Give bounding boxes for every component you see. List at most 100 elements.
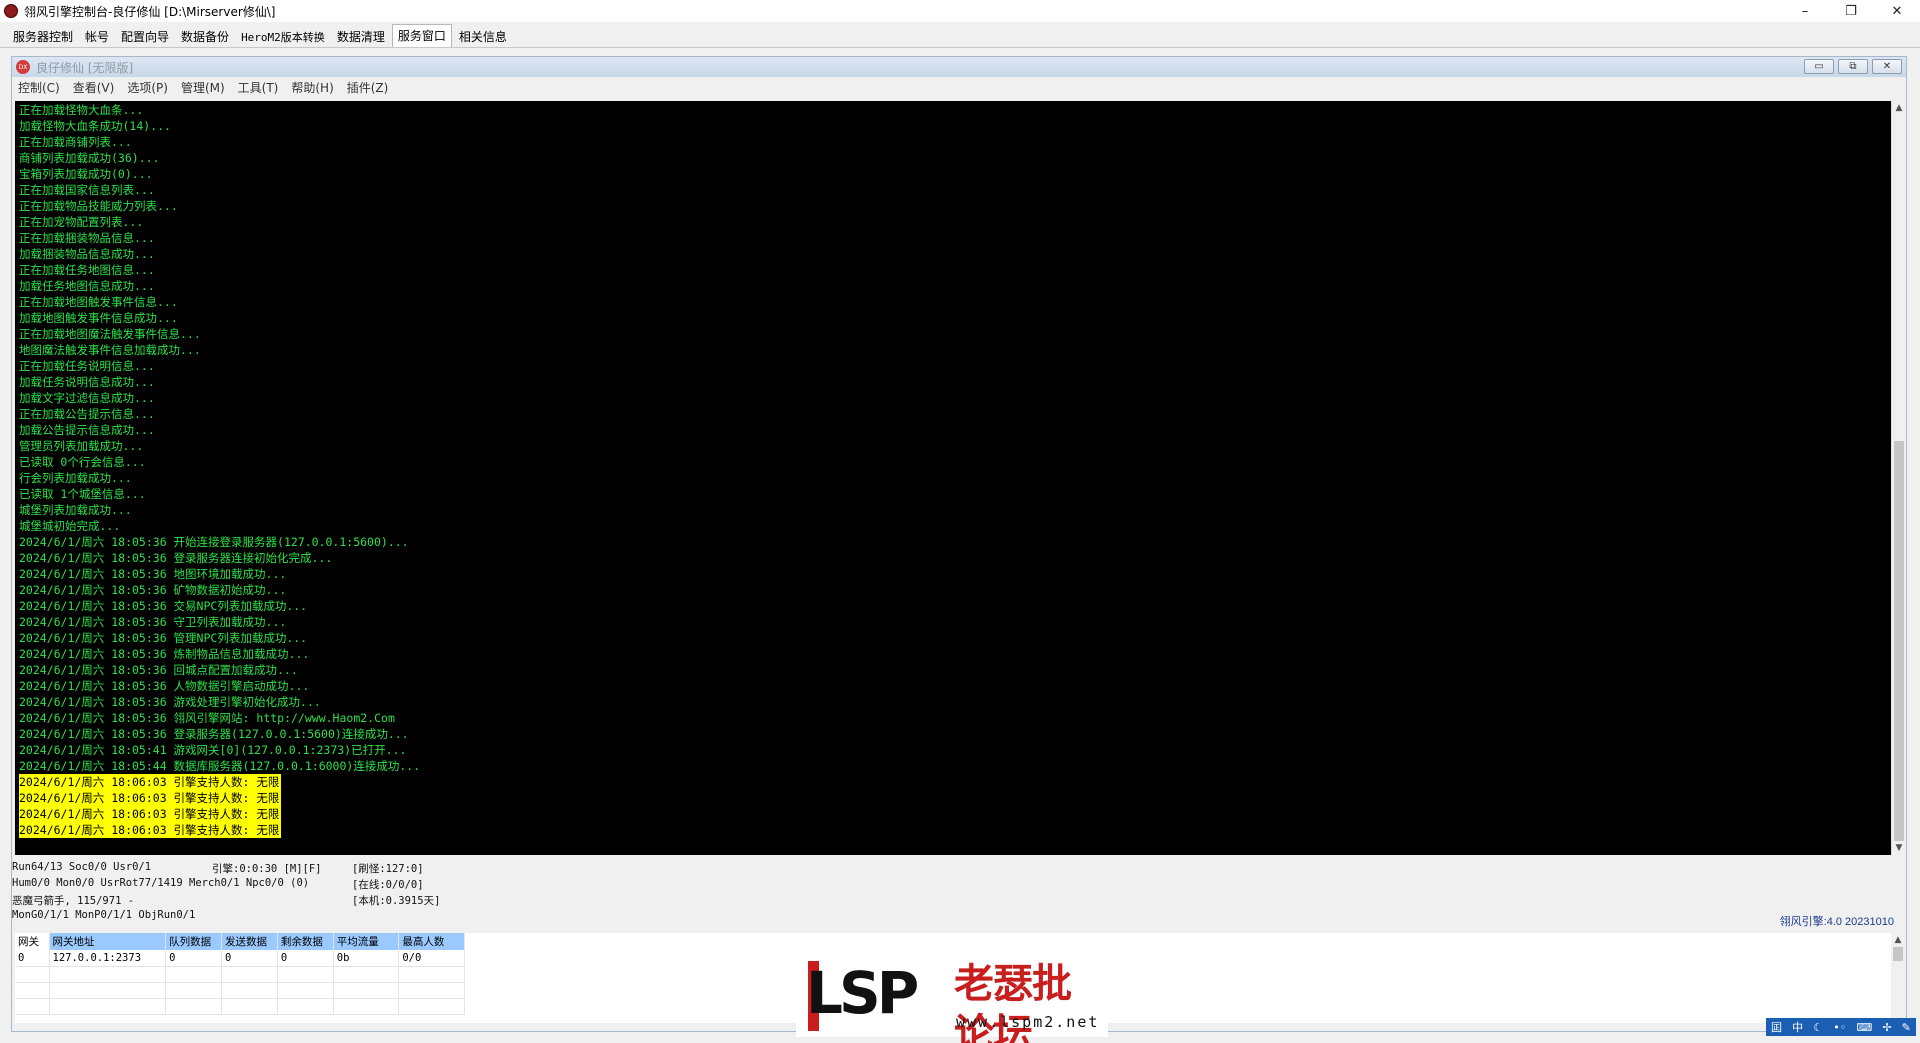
tab-3[interactable]: 数据备份 [176,26,234,47]
window-title: 翎风引擎控制台-良仔修仙 [D:\Mirserver修仙\] [24,4,276,19]
gateway-cell: 0 [15,950,50,967]
empty-cell [277,982,334,999]
watermark-brand: LSP [806,959,919,1027]
empty-cell [15,998,50,1015]
server-window-title-bar: DX 良仔修仙 [无限版] ▭ ⧉ ✕ [12,57,1906,77]
log-line: 正在加载地图魔法触发事件信息... [19,327,201,341]
server-window-restore-button[interactable]: ⧉ [1838,59,1868,74]
empty-cell [165,982,223,999]
log-line: 2024/6/1/周六 18:05:36 守卫列表加载成功... [19,615,287,629]
menu-item-0[interactable]: 控制(C) [18,79,60,96]
tab-0[interactable]: 服务器控制 [8,26,78,47]
empty-cell [398,966,465,983]
log-line: 2024/6/1/周六 18:05:36 游戏处理引擎初始化成功... [19,695,321,709]
log-line: 2024/6/1/周六 18:05:36 开始连接登录服务器(127.0.0.1… [19,535,409,549]
log-line: 已读取 1个城堡信息... [19,487,146,501]
log-line: 加载地图触发事件信息成功... [19,311,178,325]
tab-5[interactable]: 数据清理 [332,26,390,47]
tray-icon-3[interactable]: ⌨ [1856,1021,1872,1034]
close-button[interactable]: ✕ [1874,0,1920,22]
server-window-minimize-button[interactable]: ▭ [1804,59,1834,74]
status-spawn: [刷怪:127:0] [352,863,424,875]
empty-cell [333,998,400,1015]
server-window-close-button[interactable]: ✕ [1872,59,1902,74]
gateway-col-header[interactable]: 网关 [15,933,50,950]
menu-item-6[interactable]: 插件(Z) [347,79,389,96]
scroll-up-icon[interactable]: ▲ [1892,101,1906,115]
gateway-cell: 0 [165,950,223,967]
gateway-scroll-up-icon[interactable]: ▲ [1891,933,1905,947]
log-console-scrollbar[interactable]: ▲ ▼ [1891,101,1905,855]
log-line: 加载公告提示信息成功... [19,423,155,437]
tray-icon-2[interactable]: •◦ [1833,1021,1846,1034]
gateway-col-header[interactable]: 队列数据 [165,933,223,950]
log-line: 2024/6/1/周六 18:05:36 回城点配置加载成功... [19,663,298,677]
log-line: 正在加载国家信息列表... [19,183,155,197]
log-line: 正在加载商铺列表... [19,135,132,149]
tray-icon-5[interactable]: ✎ [1902,1021,1911,1034]
empty-cell [49,966,167,983]
empty-cell [333,966,400,983]
gateway-col-header[interactable]: 网关地址 [49,933,167,950]
empty-table-row [15,998,465,1015]
highlight-line-row: 2024/6/1/周六 18:06:03 引擎支持人数: 无限 [19,822,1891,838]
log-line: 正在加载公告提示信息... [19,407,155,421]
tab-4[interactable]: HeroM2版本转换 [236,27,330,47]
ime-mode-icon[interactable]: 囸 [1771,1019,1782,1035]
gateway-cell: 0b [333,950,400,967]
tab-2[interactable]: 配置向导 [116,26,174,47]
menu-item-5[interactable]: 帮助(H) [291,79,333,96]
empty-cell [165,966,223,983]
title-bar: 翎风引擎控制台-良仔修仙 [D:\Mirserver修仙\] – ❐ ✕ [0,0,1920,22]
empty-cell [15,982,50,999]
highlight-log-line: 2024/6/1/周六 18:06:03 引擎支持人数: 无限 [19,806,282,822]
log-console[interactable]: 正在加载怪物大血条... 加载怪物大血条成功(14)... 正在加载商铺列表... 商… [15,101,1891,855]
tray-icon-4[interactable]: ✢ [1882,1021,1891,1034]
empty-cell [49,982,167,999]
empty-cell [165,998,223,1015]
server-window: DX 良仔修仙 [无限版] ▭ ⧉ ✕ 控制(C) 查看(V) 选项(P) 管理(M)… [11,56,1907,1032]
log-line: 加载任务地图信息成功... [19,279,155,293]
gateway-cell: 0 [277,950,334,967]
log-line: 城堡城初始完成... [19,519,121,533]
empty-cell [221,982,278,999]
status-online: [在线:0/0/0] [352,879,424,891]
gateway-scroll-thumb[interactable] [1893,947,1903,961]
menu-item-1[interactable]: 查看(V) [73,79,115,96]
log-line: 2024/6/1/周六 18:05:44 数据库服务器(127.0.0.1:60… [19,759,421,773]
empty-cell [333,982,400,999]
gateway-col-header[interactable]: 剩余数据 [277,933,334,950]
highlight-line-row: 2024/6/1/周六 18:06:03 引擎支持人数: 无限 [19,790,1891,806]
ime-tray[interactable]: 囸 中 ☾ •◦ ⌨ ✢ ✎ [1766,1018,1916,1036]
gateway-col-header[interactable]: 发送数据 [221,933,278,950]
log-line: 2024/6/1/周六 18:05:36 矿物数据初始成功... [19,583,287,597]
tray-icon-1[interactable]: ☾ [1813,1021,1823,1034]
gateway-scrollbar[interactable]: ▲ [1891,933,1905,1023]
gateway-table: 网关 网关地址 队列数据 发送数据 剩余数据 平均流量 最高人数 0 127.0.0.1:23… [15,933,465,1015]
menu-item-4[interactable]: 工具(T) [238,79,279,96]
tab-6[interactable]: 服务窗口 [391,24,452,47]
log-console-scroll-thumb[interactable] [1894,441,1904,841]
tray-icon-0[interactable]: 中 [1792,1019,1803,1035]
table-row[interactable]: 0 127.0.0.1:2373 0 0 0 0b 0/0 [15,950,465,967]
scroll-down-icon[interactable]: ▼ [1892,841,1906,855]
watermark-url: www.lspm2.net [956,1013,1100,1031]
log-line: 2024/6/1/周六 18:05:36 地图环境加载成功... [19,567,287,581]
empty-cell [277,998,334,1015]
tab-7[interactable]: 相关信息 [454,26,512,47]
gateway-col-header[interactable]: 最高人数 [398,933,465,950]
menu-item-3[interactable]: 管理(M) [181,79,225,96]
minimize-button[interactable]: – [1782,0,1828,22]
empty-cell [277,966,334,983]
gateway-col-header[interactable]: 平均流量 [333,933,400,950]
tab-1[interactable]: 帐号 [80,26,114,47]
log-line: 正在加载怪物大血条... [19,103,144,117]
status-engine-time: 引擎:0:0:30 [M][F] [212,863,322,875]
gateway-cell: 0 [221,950,278,967]
menu-item-2[interactable]: 选项(P) [127,79,168,96]
status-run-counts: Run64/13 Soc0/0 Usr0/1 [12,861,152,873]
empty-cell [49,998,167,1015]
log-line: 管理员列表加载成功... [19,439,144,453]
maximize-button[interactable]: ❐ [1828,0,1874,22]
log-line: 加载任务说明信息成功... [19,375,155,389]
